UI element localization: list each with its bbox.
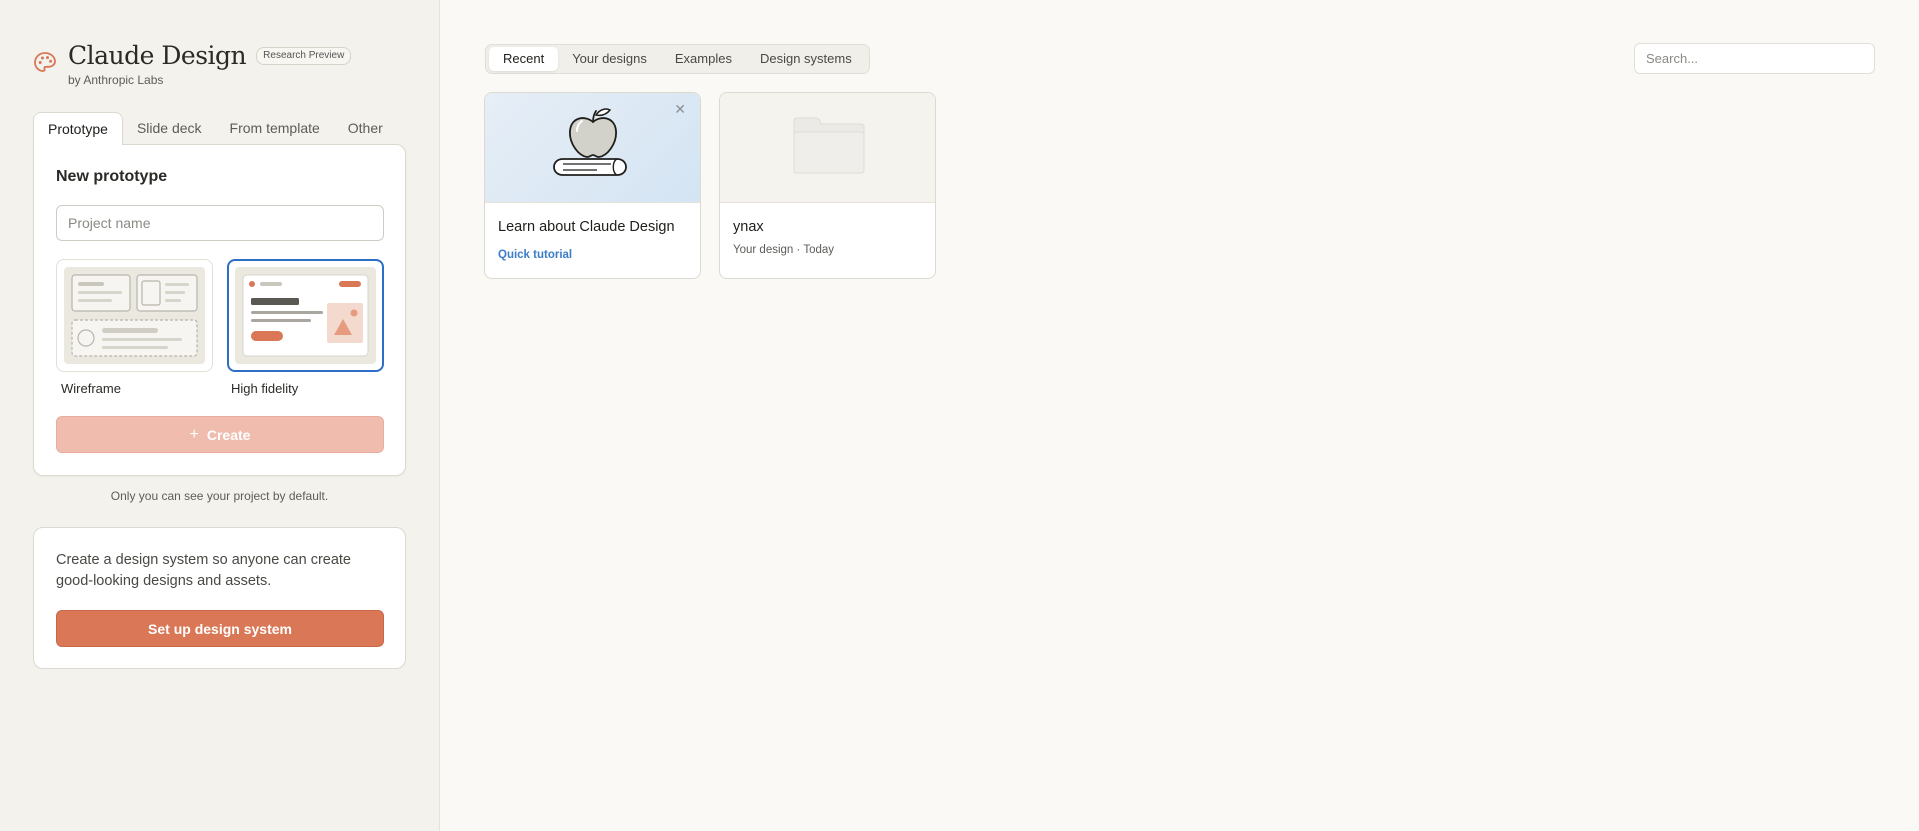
project-type-tabs: Prototype Slide deck From template Other: [33, 112, 397, 145]
card-thumbnail: [720, 93, 935, 203]
tab-other[interactable]: Other: [334, 112, 397, 145]
high-fidelity-option[interactable]: [227, 259, 384, 372]
wireframe-label: Wireframe: [61, 381, 121, 396]
tab-prototype[interactable]: Prototype: [33, 112, 123, 145]
wireframe-thumbnail: [64, 267, 205, 364]
tab-design-systems[interactable]: Design systems: [746, 47, 866, 71]
palette-icon: [34, 52, 56, 72]
app-title: Claude Design: [68, 41, 247, 70]
design-system-panel: Create a design system so anyone can cre…: [33, 527, 406, 669]
card-meta: Your design · Today: [733, 244, 835, 256]
tab-recent[interactable]: Recent: [489, 47, 559, 71]
apple-on-book-icon: [553, 108, 627, 176]
research-preview-badge: Research Preview: [256, 47, 352, 65]
high-fidelity-label: High fidelity: [231, 381, 299, 396]
create-button-label: Create: [206, 426, 251, 443]
close-icon[interactable]: ✕: [674, 101, 686, 118]
wireframe-illustration-icon: [71, 274, 198, 357]
search-input[interactable]: [1634, 43, 1875, 74]
set-up-design-system-button[interactable]: Set up design system: [56, 610, 384, 647]
card-title: Learn about Claude Design: [498, 219, 675, 235]
card-title: ynax: [733, 219, 764, 235]
panel-title: New prototype: [56, 168, 168, 185]
create-button[interactable]: + Create: [56, 416, 384, 453]
tab-slide-deck[interactable]: Slide deck: [123, 112, 216, 145]
design-system-text: Create a design system so anyone can cre…: [56, 552, 351, 589]
plus-icon: +: [189, 425, 199, 443]
brand: Claude Design Research Preview by Anthro…: [32, 40, 352, 87]
tab-from-template[interactable]: From template: [216, 112, 334, 145]
design-card-ynax[interactable]: ynax Your design · Today: [719, 92, 936, 279]
tab-examples[interactable]: Examples: [661, 47, 746, 71]
tab-your-designs[interactable]: Your designs: [558, 47, 661, 71]
app-subtitle: by Anthropic Labs: [68, 73, 164, 87]
card-thumbnail: [485, 93, 700, 203]
quick-tutorial-link[interactable]: Quick tutorial: [498, 249, 572, 261]
filter-tabs: Recent Your designs Examples Design syst…: [485, 44, 870, 74]
high-fidelity-thumbnail: [235, 267, 376, 364]
folder-icon: [793, 117, 865, 174]
project-name-input[interactable]: [56, 205, 384, 241]
high-fidelity-illustration-icon: [242, 274, 369, 357]
privacy-note: Only you can see your project by default…: [110, 489, 329, 503]
sidebar: Claude Design Research Preview by Anthro…: [0, 0, 440, 831]
wireframe-option[interactable]: [56, 259, 213, 372]
design-card-tutorial[interactable]: ✕ Learn about Claude Design Quick tutori…: [484, 92, 701, 279]
new-prototype-panel: New prototype Project name Wireframe Hig…: [33, 144, 406, 476]
